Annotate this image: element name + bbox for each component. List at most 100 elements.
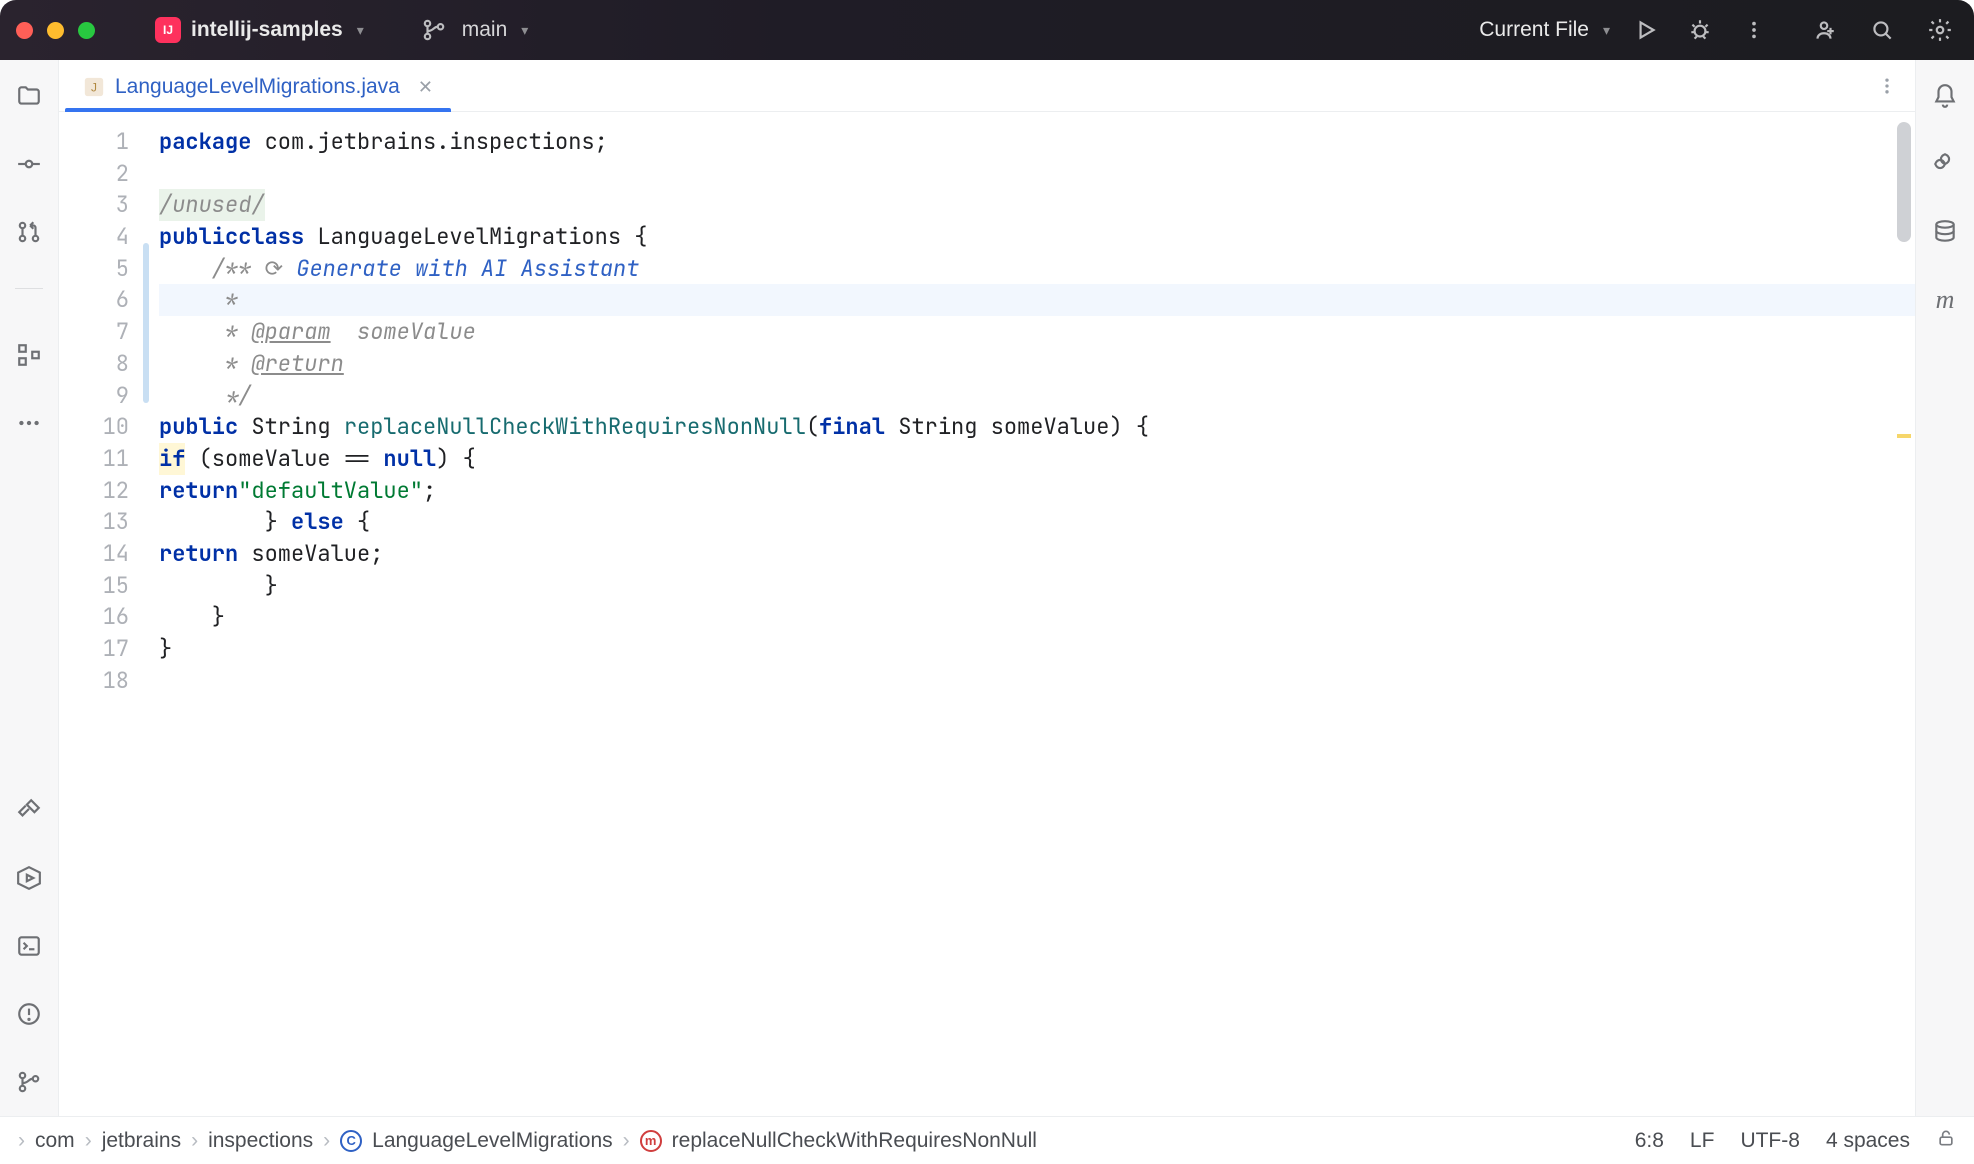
readonly-toggle-icon[interactable] [1936, 1128, 1956, 1154]
debug-button[interactable] [1682, 12, 1718, 48]
structure-tool-button[interactable] [9, 335, 49, 375]
minimize-window[interactable] [47, 22, 64, 39]
vcs-branch-selector[interactable]: main ▾ [416, 12, 529, 48]
chevron-down-icon: ▾ [521, 22, 528, 39]
code-line[interactable] [159, 158, 1915, 190]
close-window[interactable] [16, 22, 33, 39]
class-icon: C [340, 1130, 362, 1152]
chevron-down-icon: ▾ [1603, 22, 1610, 39]
code-line[interactable]: */ [159, 380, 1915, 412]
code-line[interactable]: public class LanguageLevelMigrations { [159, 221, 1915, 253]
project-tool-button[interactable] [9, 76, 49, 116]
line-number[interactable]: 8 [59, 348, 129, 380]
tab-actions-button[interactable] [1867, 66, 1907, 111]
settings-icon[interactable] [1922, 12, 1958, 48]
chevron-right-icon: › [623, 1129, 630, 1153]
tab-filename: LanguageLevelMigrations.java [115, 75, 400, 99]
caret-position[interactable]: 6:8 [1635, 1129, 1664, 1153]
line-number[interactable]: 9 [59, 380, 129, 412]
chevron-right-icon: › [18, 1129, 25, 1153]
status-bar: › com › jetbrains › inspections › C Lang… [0, 1116, 1974, 1164]
line-number-gutter[interactable]: 123456789101112131415161718 [59, 112, 139, 1116]
code-line[interactable]: if (someValue == null) { [159, 443, 1915, 475]
run-tool-button[interactable] [9, 858, 49, 898]
right-toolwindow-bar: m [1915, 60, 1974, 1116]
code-line[interactable]: * @return [159, 348, 1915, 380]
pull-requests-tool-button[interactable] [9, 212, 49, 252]
line-number[interactable]: 4 [59, 221, 129, 253]
breadcrumb-item[interactable]: com [35, 1129, 75, 1153]
line-separator[interactable]: LF [1690, 1129, 1715, 1153]
more-tool-windows-button[interactable] [9, 403, 49, 443]
line-number[interactable]: 12 [59, 475, 129, 507]
database-tool-button[interactable] [1925, 212, 1965, 252]
line-number[interactable]: 18 [59, 665, 129, 697]
run-config-label: Current File [1479, 18, 1589, 42]
line-number[interactable]: 15 [59, 570, 129, 602]
code-line[interactable]: } [159, 570, 1915, 602]
code-with-me-icon[interactable] [1806, 12, 1842, 48]
code-line[interactable]: } else { [159, 506, 1915, 538]
line-number[interactable]: 11 [59, 443, 129, 475]
line-number[interactable]: 5 [59, 253, 129, 285]
vcs-tool-button[interactable] [9, 1062, 49, 1102]
run-button[interactable] [1628, 12, 1664, 48]
problems-tool-button[interactable] [9, 994, 49, 1034]
code-line[interactable]: return "defaultValue"; [159, 475, 1915, 507]
close-tab-button[interactable]: ✕ [410, 77, 433, 98]
left-toolwindow-bar [0, 60, 59, 1116]
zoom-window[interactable] [78, 22, 95, 39]
code-line[interactable]: /unused/ [159, 189, 1915, 221]
line-number[interactable]: 17 [59, 633, 129, 665]
code-line[interactable]: } [159, 633, 1915, 665]
editor-tab[interactable]: J LanguageLevelMigrations.java ✕ [67, 65, 449, 111]
indent-config[interactable]: 4 spaces [1826, 1129, 1910, 1153]
line-number[interactable]: 1 [59, 126, 129, 158]
code-line[interactable]: return someValue; [159, 538, 1915, 570]
editor-scrollbar[interactable] [1897, 122, 1911, 1096]
line-number[interactable]: 2 [59, 158, 129, 190]
file-encoding[interactable]: UTF-8 [1740, 1129, 1800, 1153]
run-config-selector[interactable]: Current File ▾ [1479, 18, 1610, 42]
line-number[interactable]: 7 [59, 316, 129, 348]
ai-generate-link[interactable]: Generate with AI Assistant [296, 253, 639, 285]
breadcrumb-item[interactable]: LanguageLevelMigrations [372, 1129, 613, 1153]
line-number[interactable]: 6 [59, 284, 129, 316]
editor-content[interactable]: package com.jetbrains.inspections; /unuse… [139, 112, 1915, 1116]
line-number[interactable]: 13 [59, 506, 129, 538]
line-number[interactable]: 14 [59, 538, 129, 570]
chevron-right-icon: › [191, 1129, 198, 1153]
code-line[interactable]: public String replaceNullCheckWithRequir… [159, 411, 1915, 443]
warning-marker[interactable] [1897, 434, 1911, 438]
breadcrumb-item[interactable]: jetbrains [102, 1129, 181, 1153]
java-file-icon: J [83, 76, 105, 98]
ai-assistant-tool-button[interactable] [1925, 144, 1965, 184]
breadcrumb-item[interactable]: inspections [208, 1129, 313, 1153]
svg-text:J: J [91, 81, 97, 95]
breadcrumbs[interactable]: › com › jetbrains › inspections › C Lang… [18, 1129, 1625, 1153]
code-line[interactable] [159, 665, 1915, 697]
line-number[interactable]: 10 [59, 411, 129, 443]
scroll-thumb[interactable] [1897, 122, 1911, 242]
terminal-tool-button[interactable] [9, 926, 49, 966]
code-line[interactable]: * @param someValue [159, 316, 1915, 348]
maven-tool-button[interactable]: m [1925, 280, 1965, 320]
code-line[interactable]: package com.jetbrains.inspections; [159, 126, 1915, 158]
more-actions-button[interactable] [1736, 12, 1772, 48]
code-line[interactable]: /** ⟳ Generate with AI Assistant [159, 253, 1915, 285]
search-icon[interactable] [1864, 12, 1900, 48]
build-tool-button[interactable] [9, 790, 49, 830]
breadcrumb-item[interactable]: replaceNullCheckWithRequiresNonNull [672, 1129, 1037, 1153]
code-editor[interactable]: 123456789101112131415161718 package com.… [59, 112, 1915, 1116]
project-name: intellij-samples [191, 18, 343, 42]
code-line[interactable]: * [159, 284, 1915, 316]
window-controls [16, 22, 95, 39]
commit-tool-button[interactable] [9, 144, 49, 184]
line-number[interactable]: 3 [59, 189, 129, 221]
chevron-right-icon: › [323, 1129, 330, 1153]
code-line[interactable]: } [159, 601, 1915, 633]
line-number[interactable]: 16 [59, 601, 129, 633]
notifications-tool-button[interactable] [1925, 76, 1965, 116]
branch-icon [416, 12, 452, 48]
project-selector[interactable]: IJ intellij-samples ▾ [155, 17, 364, 43]
